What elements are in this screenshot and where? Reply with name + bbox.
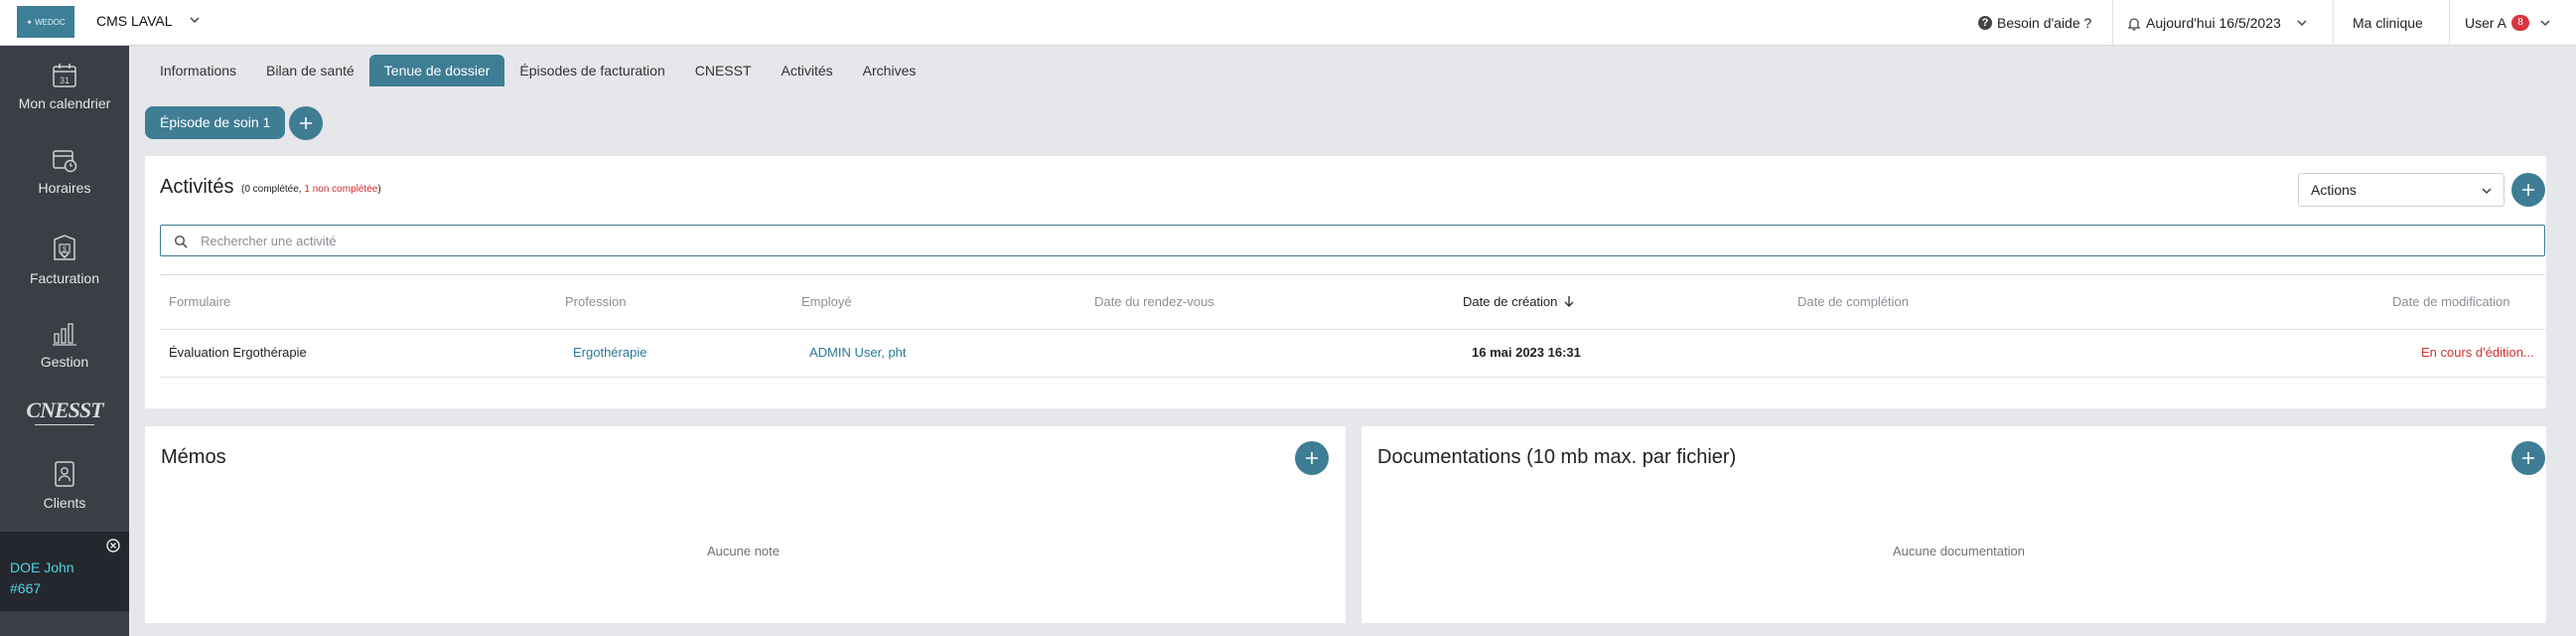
column-header-date-completion[interactable]: Date de complétion <box>1797 294 1909 309</box>
plus-icon <box>2522 452 2534 464</box>
clinic-name[interactable]: CMS LAVAL <box>96 13 173 29</box>
activity-search[interactable] <box>160 225 2545 256</box>
sidebar-item-label: Facturation <box>29 270 100 286</box>
sidebar-item-management[interactable]: Gestion <box>0 318 129 370</box>
sidebar: 31 Mon calendrier Horaires $ Facturation… <box>0 46 129 636</box>
cell-employe[interactable]: ADMIN User, pht <box>809 345 907 360</box>
column-header-date-modification[interactable]: Date de modification <box>2392 294 2510 309</box>
active-patient-card[interactable]: DOE John #667 <box>0 532 129 611</box>
tab-episodes-facturation[interactable]: Épisodes de facturation <box>504 55 679 86</box>
add-episode-button[interactable] <box>289 106 323 140</box>
add-activity-button[interactable] <box>2511 173 2545 207</box>
patient-name: DOE John <box>10 559 74 575</box>
plus-icon <box>2522 184 2534 196</box>
column-header-date-creation[interactable]: Date de création <box>1463 294 1575 309</box>
sidebar-item-label: Clients <box>43 495 86 511</box>
help-icon: ? <box>1978 16 1992 30</box>
sidebar-item-billing[interactable]: $ Facturation <box>0 233 129 286</box>
divider <box>160 377 2545 378</box>
chevron-down-icon <box>2482 188 2492 195</box>
cell-date-modification[interactable]: En cours d'édition... <box>2421 345 2534 360</box>
summary-prefix: (0 complétée, <box>241 184 305 195</box>
svg-text:$: $ <box>63 246 67 253</box>
notification-badge: 8 <box>2511 15 2530 31</box>
patient-name-block: DOE John #667 <box>10 557 74 599</box>
search-icon <box>174 235 188 248</box>
sidebar-item-schedule[interactable]: Horaires <box>0 146 129 196</box>
management-icon <box>53 323 76 346</box>
chevron-down-icon <box>2297 20 2307 27</box>
calendar-day: 31 <box>60 76 70 85</box>
tab-cnesst[interactable]: CNESST <box>680 55 767 86</box>
separator <box>2333 0 2334 46</box>
divider <box>160 329 2545 330</box>
date-selector[interactable]: Aujourd'hui 16/5/2023 <box>2127 13 2309 33</box>
separator <box>2449 0 2450 46</box>
record-tabs: Informations Bilan de santé Tenue de dos… <box>145 55 930 86</box>
documentations-empty-message: Aucune documentation <box>1893 544 2025 558</box>
divider <box>160 274 2545 275</box>
add-memo-button[interactable] <box>1295 441 1329 475</box>
cell-profession[interactable]: Ergothérapie <box>573 345 646 360</box>
my-clinic-link[interactable]: Ma clinique <box>2353 13 2423 33</box>
cell-date-creation: 16 mai 2023 16:31 <box>1472 345 1581 360</box>
billing-icon: $ <box>54 235 75 260</box>
help-label: Besoin d'aide ? <box>1997 15 2092 31</box>
add-document-button[interactable] <box>2511 441 2545 475</box>
documentations-panel: Documentations (10 mb max. par fichier) … <box>1361 426 2546 623</box>
sidebar-item-label: Mon calendrier <box>18 95 111 111</box>
tab-tenue-dossier[interactable]: Tenue de dossier <box>368 55 505 86</box>
sidebar-item-calendar[interactable]: 31 Mon calendrier <box>0 62 129 111</box>
plus-icon <box>300 117 312 129</box>
help-link[interactable]: ? Besoin d'aide ? <box>1978 13 2091 33</box>
chevron-down-icon <box>2540 20 2550 27</box>
tab-bilan-sante[interactable]: Bilan de santé <box>251 55 369 86</box>
memos-title: Mémos <box>161 446 226 468</box>
activities-summary: (0 complétée, 1 non complétée) <box>241 184 381 195</box>
user-name: User A <box>2465 15 2507 31</box>
sort-descending-icon <box>1564 296 1574 307</box>
summary-suffix: ) <box>377 184 381 195</box>
chevron-down-icon[interactable] <box>188 13 202 27</box>
calendar-icon: 31 <box>53 64 76 87</box>
user-menu[interactable]: User A 8 <box>2465 13 2552 33</box>
tab-informations[interactable]: Informations <box>145 55 251 86</box>
memos-panel: Mémos Aucune note <box>145 426 1346 623</box>
activities-title: Activités <box>160 176 234 198</box>
column-header-employe[interactable]: Employé <box>801 294 852 309</box>
close-icon[interactable] <box>106 539 120 553</box>
tab-activites[interactable]: Activités <box>767 55 848 86</box>
cnesst-logo[interactable]: CNESST <box>0 398 129 425</box>
column-header-formulaire[interactable]: Formulaire <box>169 294 230 309</box>
top-bar: ✦ WEDOC CMS LAVAL ? Besoin d'aide ? Aujo… <box>0 0 2576 46</box>
separator <box>2112 0 2113 46</box>
search-input[interactable] <box>201 226 2524 255</box>
column-header-label: Date de création <box>1463 294 1558 309</box>
sidebar-item-clients[interactable]: Clients <box>0 459 129 511</box>
clients-icon <box>55 461 74 487</box>
memos-empty-message: Aucune note <box>707 544 781 558</box>
column-header-date-rdv[interactable]: Date du rendez-vous <box>1094 294 1215 309</box>
app-logo-text: ✦ WEDOC <box>26 17 66 27</box>
sidebar-item-label: Gestion <box>40 354 89 370</box>
app-logo[interactable]: ✦ WEDOC <box>17 6 74 38</box>
cell-formulaire[interactable]: Évaluation Ergothérapie <box>169 345 307 360</box>
actions-dropdown[interactable]: Actions <box>2298 173 2504 207</box>
schedule-icon <box>53 150 77 173</box>
summary-incomplete: 1 non complétée <box>304 184 378 195</box>
sidebar-item-label: Horaires <box>38 180 91 196</box>
episode-button[interactable]: Épisode de soin 1 <box>145 106 286 139</box>
documentations-title: Documentations (10 mb max. par fichier) <box>1377 446 1737 468</box>
activities-panel: Activités (0 complétée, 1 non complétée) <box>145 156 2546 408</box>
plus-icon <box>1306 452 1318 464</box>
bell-icon <box>2127 17 2141 31</box>
column-header-profession[interactable]: Profession <box>565 294 626 309</box>
tab-archives[interactable]: Archives <box>848 55 931 86</box>
today-label: Aujourd'hui 16/5/2023 <box>2146 15 2281 31</box>
patient-number: #667 <box>10 580 42 596</box>
actions-label: Actions <box>2311 182 2357 198</box>
